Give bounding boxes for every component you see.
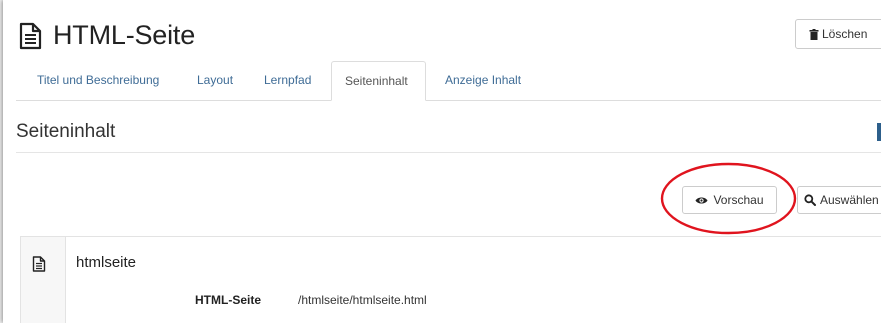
content-panel: HTML-Seite Löschen Titel und Beschreibun… bbox=[3, 0, 881, 323]
preview-button-label: Vorschau bbox=[713, 193, 764, 207]
item-title: htmlseite bbox=[76, 254, 137, 271]
section-divider bbox=[16, 152, 881, 153]
select-button-label: Auswählen bbox=[820, 193, 879, 207]
tab-label: Anzeige Inhalt bbox=[445, 73, 522, 87]
tab-titel-und-beschreibung[interactable]: Titel und Beschreibung bbox=[24, 61, 172, 100]
page-title: HTML-Seite bbox=[53, 20, 196, 50]
detail-value: /htmlseite/htmlseite.html bbox=[298, 293, 427, 307]
tab-seiteninhalt[interactable]: Seiteninhalt bbox=[331, 61, 426, 101]
section-title: Seiteninhalt bbox=[16, 121, 116, 142]
content-list bbox=[20, 236, 881, 323]
tab-label: Titel und Beschreibung bbox=[37, 73, 160, 87]
select-button[interactable]: Auswählen bbox=[797, 186, 881, 214]
eye-icon bbox=[695, 197, 708, 203]
trash-icon bbox=[809, 28, 819, 40]
detail-label: HTML-Seite bbox=[195, 293, 261, 307]
tab-bar: Titel und Beschreibung Layout Lernpfad S… bbox=[16, 61, 881, 101]
file-icon bbox=[32, 256, 46, 272]
tab-label: Lernpfad bbox=[264, 73, 312, 87]
list-item bbox=[65, 236, 881, 323]
search-icon bbox=[804, 194, 816, 206]
tab-lernpfad[interactable]: Lernpfad bbox=[251, 61, 324, 100]
delete-button-label: Löschen bbox=[822, 27, 868, 41]
section-edge-marker bbox=[877, 123, 881, 141]
page-header: HTML-Seite bbox=[15, 20, 195, 51]
tab-layout[interactable]: Layout bbox=[184, 61, 246, 100]
document-icon bbox=[19, 22, 42, 49]
delete-button[interactable]: Löschen bbox=[795, 19, 881, 49]
tab-label: Layout bbox=[197, 73, 234, 87]
preview-button[interactable]: Vorschau bbox=[682, 186, 777, 214]
tab-label: Seiteninhalt bbox=[345, 74, 408, 88]
tab-anzeige-inhalt[interactable]: Anzeige Inhalt bbox=[432, 61, 534, 100]
